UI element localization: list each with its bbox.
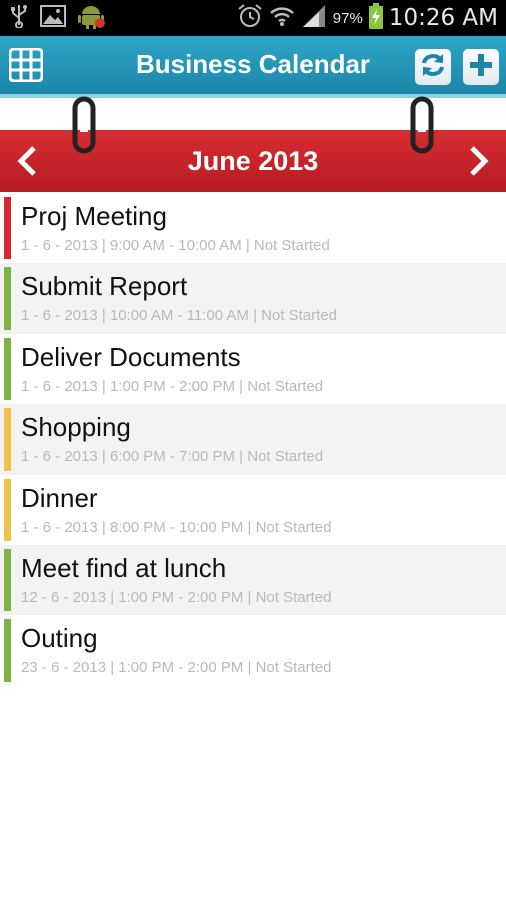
- status-bar: 97% 10:26 AM: [0, 0, 506, 36]
- usb-icon: [10, 4, 28, 33]
- action-bar: Business Calendar: [0, 36, 506, 98]
- event-detail: 1 - 6 - 2013 | 10:00 AM - 11:00 AM | Not…: [21, 307, 338, 325]
- event-list: Proj Meeting 1 - 6 - 2013 | 9:00 AM - 10:…: [0, 193, 506, 686]
- chevron-right-icon[interactable]: [464, 146, 494, 176]
- event-color-bar: [4, 619, 11, 682]
- add-icon: [467, 51, 495, 84]
- event-detail: 12 - 6 - 2013 | 1:00 PM - 2:00 PM | Not …: [21, 588, 332, 606]
- image-icon: [40, 4, 66, 32]
- event-row[interactable]: Shopping 1 - 6 - 2013 | 6:00 PM - 7:00 PM…: [0, 404, 506, 475]
- event-row[interactable]: Deliver Documents 1 - 6 - 2013 | 1:00 PM …: [0, 334, 506, 404]
- sync-icon: [419, 51, 447, 84]
- event-detail: 1 - 6 - 2013 | 8:00 PM - 10:00 PM | Not …: [21, 518, 332, 536]
- event-row[interactable]: Submit Report 1 - 6 - 2013 | 10:00 AM - 1…: [0, 263, 506, 334]
- event-title: Outing: [21, 623, 98, 654]
- event-title: Proj Meeting: [21, 201, 167, 231]
- event-detail: 1 - 6 - 2013 | 1:00 PM - 2:00 PM | Not S…: [21, 377, 324, 395]
- event-row[interactable]: Outing 23 - 6 - 2013 | 1:00 PM - 2:00 PM …: [0, 615, 506, 685]
- event-color-bar: [4, 267, 11, 330]
- battery-percent: 97%: [332, 9, 363, 27]
- event-color-bar: [4, 478, 11, 541]
- event-title: Submit Report: [21, 271, 188, 302]
- android-icon: [78, 3, 106, 34]
- binder-ring-icon: [409, 96, 435, 156]
- wifi-icon: [269, 4, 295, 33]
- event-detail: 1 - 6 - 2013 | 6:00 PM - 7:00 PM | Not S…: [21, 448, 324, 466]
- clock: 10:26 AM: [388, 5, 498, 31]
- event-color-bar: [4, 197, 11, 260]
- event-detail: 1 - 6 - 2013 | 9:00 AM - 10:00 AM | Not …: [21, 237, 330, 254]
- signal-icon: [301, 4, 327, 33]
- event-row[interactable]: Proj Meeting 1 - 6 - 2013 | 9:00 AM - 10:…: [0, 193, 506, 263]
- event-row[interactable]: Dinner 1 - 6 - 2013 | 8:00 PM - 10:00 PM …: [0, 475, 506, 545]
- add-event-button[interactable]: [463, 49, 499, 85]
- event-title: Deliver Documents: [21, 341, 241, 372]
- event-detail: 23 - 6 - 2013 | 1:00 PM - 2:00 PM | Not …: [21, 659, 332, 677]
- event-title: Meet find at lunch: [21, 552, 227, 583]
- alarm-icon: [237, 3, 263, 34]
- event-color-bar: [4, 337, 11, 401]
- sync-button[interactable]: [415, 49, 451, 85]
- event-color-bar: [4, 548, 11, 612]
- binder-ring-icon: [71, 96, 97, 156]
- event-row[interactable]: Meet find at lunch 12 - 6 - 2013 | 1:00 P…: [0, 544, 506, 616]
- event-color-bar: [4, 408, 11, 471]
- event-title: Shopping: [21, 412, 131, 443]
- battery-icon: [368, 2, 383, 34]
- event-title: Dinner: [21, 482, 98, 513]
